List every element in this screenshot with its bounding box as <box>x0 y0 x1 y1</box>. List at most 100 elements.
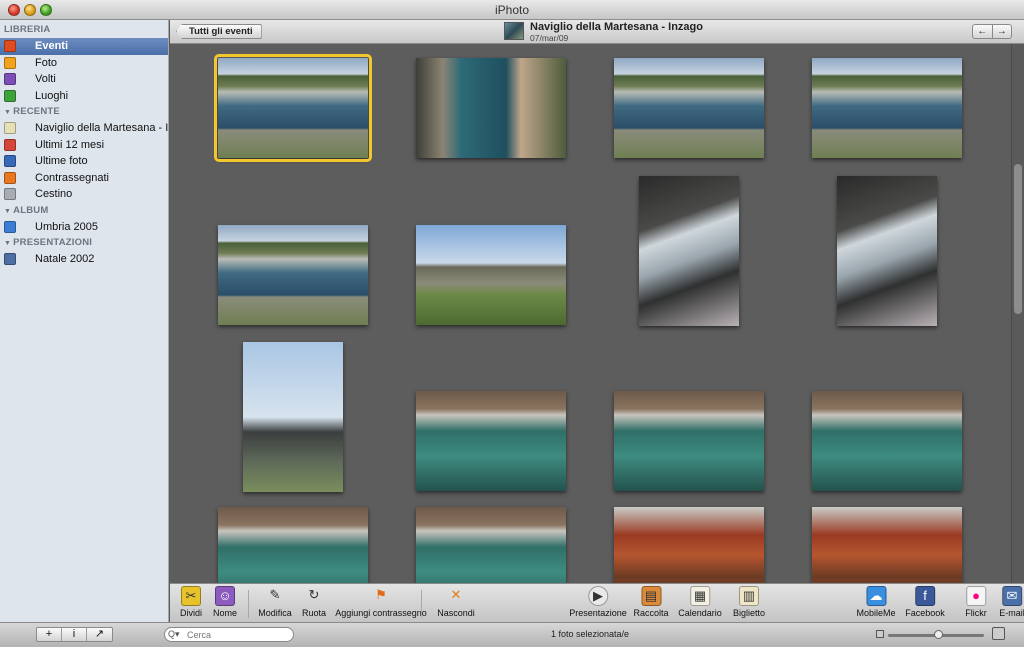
bottom-toolbar: ✂ Dividi ☺ Nome ✎ Modifica ↻ Ruota ⚑ Aggiungi con… <box>170 583 1024 622</box>
toolbar-label: Biglietto <box>732 608 766 618</box>
photo-thumbnail[interactable] <box>218 507 368 583</box>
toolbar-hide-button[interactable]: ✕ Nascondi <box>437 586 475 618</box>
toolbar-separator <box>248 590 249 618</box>
photo-thumbnail[interactable] <box>837 176 937 326</box>
play-icon: ▶ <box>587 586 608 606</box>
toolbar-label: Facebook <box>905 608 945 618</box>
previous-event-button[interactable]: ← <box>973 25 993 38</box>
card-icon: ▥ <box>739 586 759 606</box>
disclosure-triangle-icon[interactable]: ▼ <box>4 204 11 220</box>
photo-thumbnail[interactable] <box>812 391 962 491</box>
sidebar-item[interactable]: Natale 2002 <box>0 251 168 268</box>
search-icon[interactable]: Q▾ <box>168 628 180 641</box>
toolbar-book-button[interactable]: ▤ Raccolta <box>633 586 669 618</box>
photo-thumbnail[interactable] <box>614 507 764 583</box>
zoom-large-icon <box>992 627 1005 640</box>
sidebar-section-title: ALBUM <box>13 204 49 216</box>
photo-thumbnail[interactable] <box>614 58 764 158</box>
toolbar-label: Raccolta <box>633 608 669 618</box>
photo-thumbnail[interactable] <box>214 54 372 162</box>
sidebar-item-label: Naviglio della Martesana - I... <box>35 122 168 134</box>
toolbar-email-button[interactable]: ✉ E-mail <box>999 586 1024 618</box>
scrollbar-thumb[interactable] <box>1014 164 1022 314</box>
album-icon <box>4 220 16 233</box>
photo-thumbnail[interactable] <box>812 58 962 158</box>
flag-icon <box>4 171 16 184</box>
toolbar-flickr-button[interactable]: ● Flickr <box>965 586 987 618</box>
toolbar-card-button[interactable]: ▥ Biglietto <box>733 586 765 618</box>
source-actions: + i ↗ <box>36 627 113 642</box>
edit-icon: ✎ <box>269 587 281 602</box>
toolbar-split-button[interactable]: ✂ Dividi <box>180 586 202 618</box>
toolbar-flag-button[interactable]: ⚑ Aggiungi contrassegno <box>335 586 427 618</box>
sidebar-item[interactable]: Volti <box>0 71 168 88</box>
toolbar-label: Nascondi <box>437 608 475 618</box>
sidebar-section-title: PRESENTAZIONI <box>13 237 93 248</box>
info-button[interactable]: i <box>62 628 87 641</box>
photo-thumbnail[interactable] <box>416 225 566 325</box>
sidebar-item[interactable]: Luoghi <box>0 88 168 105</box>
photo-thumbnail[interactable] <box>614 391 764 491</box>
toolbar-play-button[interactable]: ▶ Presentazione <box>569 586 627 618</box>
mobileme-icon: ☁ <box>865 586 886 606</box>
toolbar-mobileme-button[interactable]: ☁ MobileMe <box>856 586 896 618</box>
flickr-icon: ● <box>966 586 986 606</box>
sidebar-item[interactable]: Foto <box>0 55 168 72</box>
sidebar-item[interactable]: Eventi <box>0 38 168 55</box>
photo-thumbnail[interactable] <box>812 507 962 583</box>
sidebar-item-label: Ultime foto <box>35 155 88 167</box>
toolbar-label: E-mail <box>999 608 1024 618</box>
disclosure-triangle-icon[interactable]: ▼ <box>4 105 11 121</box>
status-bar: + i ↗ Q▾ 1 foto selezionata/e <box>0 622 1024 647</box>
photo-thumbnail[interactable] <box>218 225 368 325</box>
toolbar-label: Presentazione <box>569 608 627 618</box>
photo-thumbnail[interactable] <box>243 342 343 492</box>
toolbar-facebook-button[interactable]: f Facebook <box>905 586 945 618</box>
sidebar-section-title: RECENTE <box>13 106 60 117</box>
book-icon: ▤ <box>640 586 661 606</box>
toolbar-rotate-button[interactable]: ↻ Ruota <box>302 586 326 618</box>
photo-thumbnail[interactable] <box>416 391 566 491</box>
calendar-icon <box>4 138 16 151</box>
disclosure-triangle-icon[interactable]: ▼ <box>4 236 11 252</box>
rotate-icon: ↻ <box>308 587 320 602</box>
sidebar-item[interactable]: Contrassegnati <box>0 170 168 187</box>
next-event-button[interactable]: → <box>993 25 1012 38</box>
toolbar-name-button[interactable]: ☺ Nome <box>213 586 237 618</box>
sidebar-section-header[interactable]: ▼ PRESENTAZIONI <box>0 235 168 251</box>
hide-icon: ✕ <box>450 587 462 602</box>
sidebar-section-header[interactable]: LIBRERIA <box>0 22 168 38</box>
name-icon: ☺ <box>214 586 235 606</box>
event-key-photo <box>504 22 524 40</box>
events-icon <box>4 40 16 52</box>
fullscreen-button[interactable]: ↗ <box>87 628 112 641</box>
toolbar-calendar-button[interactable]: ▦ Calendario <box>678 586 722 618</box>
vertical-scrollbar[interactable] <box>1011 44 1024 583</box>
window-title: iPhoto <box>494 3 530 17</box>
toolbar-label: Modifica <box>258 608 292 618</box>
sidebar-section-header[interactable]: ▼ RECENTE <box>0 104 168 120</box>
photo-grid <box>170 44 1011 583</box>
sidebar-item-label: Contrassegnati <box>35 171 109 184</box>
photo-thumbnail[interactable] <box>639 176 739 326</box>
sidebar-item[interactable]: Ultime foto <box>0 153 168 170</box>
sidebar-item-label: Umbria 2005 <box>35 220 98 233</box>
calendar-icon: ▦ <box>690 586 710 606</box>
photo-thumbnail[interactable] <box>416 507 566 583</box>
all-events-back-button[interactable]: Tutti gli eventi <box>176 24 262 39</box>
sidebar-item[interactable]: Ultimi 12 mesi <box>0 137 168 154</box>
sidebar-item[interactable]: Cestino <box>0 186 168 203</box>
faces-icon <box>4 73 16 85</box>
search-input[interactable] <box>187 629 287 640</box>
toolbar-label: Dividi <box>179 608 203 618</box>
sidebar-item-label: Foto <box>35 56 58 69</box>
zoom-small-icon <box>876 630 884 638</box>
photo-thumbnail[interactable] <box>416 58 566 158</box>
add-button[interactable]: + <box>37 628 62 641</box>
sidebar-section-header[interactable]: ▼ ALBUM <box>0 203 168 219</box>
sidebar-item[interactable]: Umbria 2005 <box>0 219 168 236</box>
toolbar-edit-button[interactable]: ✎ Modifica <box>258 586 292 618</box>
thumbnail-size-knob[interactable] <box>934 630 943 639</box>
sidebar-item[interactable]: Naviglio della Martesana - I... <box>0 120 168 137</box>
selection-status: 1 foto selezionata/e <box>550 629 630 639</box>
